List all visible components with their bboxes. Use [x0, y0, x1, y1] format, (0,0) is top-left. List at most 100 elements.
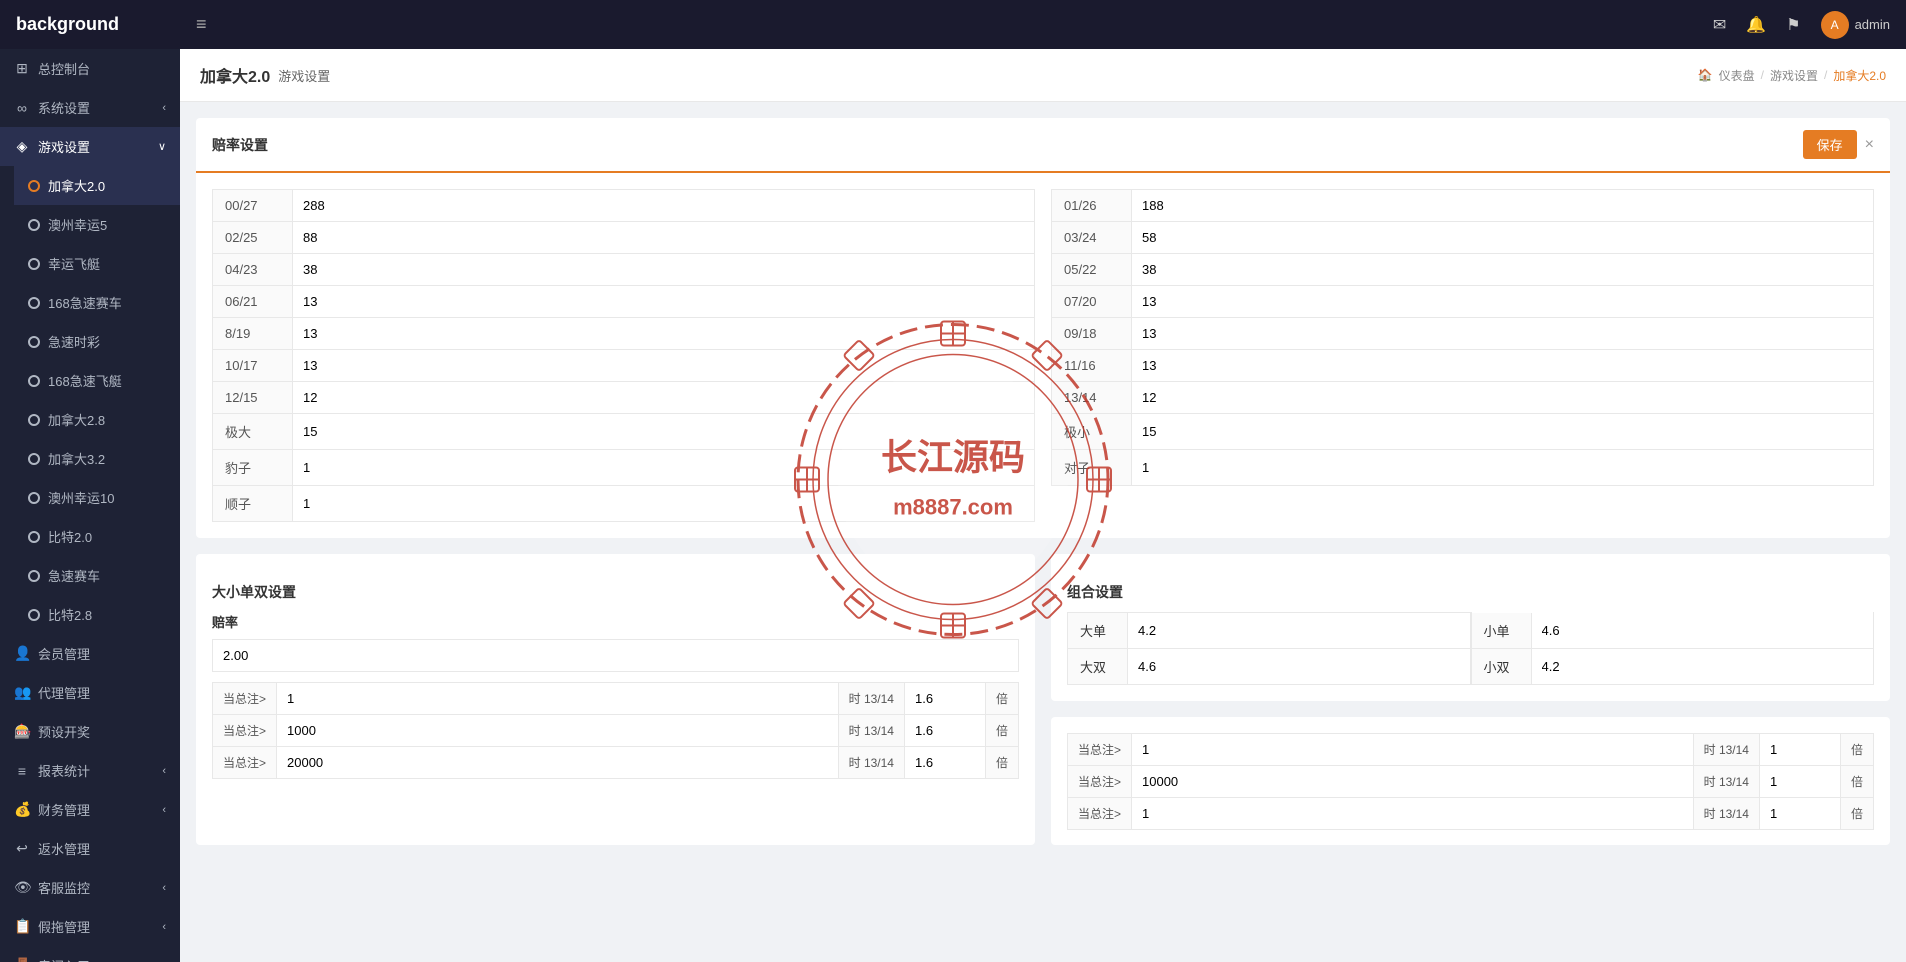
user-menu[interactable]: A admin — [1821, 11, 1890, 39]
sidebar-item-monitor[interactable]: 👁 客服监控 ‹ — [0, 868, 180, 907]
sidebar-item-fast168[interactable]: 168急速赛车 — [14, 283, 180, 322]
mult-right-mid-0: 时 13/14 — [1693, 734, 1760, 765]
page-header-left: 加拿大2.0 游戏设置 — [200, 63, 330, 87]
sidebar-item-australia5[interactable]: 澳州幸运5 — [14, 205, 180, 244]
mult-right-when-0[interactable] — [1132, 735, 1693, 764]
mult-right-rate-1[interactable] — [1760, 767, 1840, 796]
close-card-button[interactable]: × — [1865, 130, 1874, 159]
mult-left-when-2[interactable] — [277, 748, 838, 777]
mult-left-when-0[interactable] — [277, 684, 838, 713]
payout-input-left-4[interactable] — [293, 319, 1034, 348]
sidebar-item-australia10[interactable]: 澳州幸运10 — [14, 478, 180, 517]
save-button[interactable]: 保存 — [1803, 130, 1857, 159]
menu-toggle-icon[interactable]: ≡ — [196, 14, 207, 35]
mult-right-rate-2[interactable] — [1760, 799, 1840, 828]
payout-row-right-1: 03/24 — [1051, 222, 1874, 254]
sidebar-item-canada32[interactable]: 加拿大3.2 — [14, 439, 180, 478]
sidebar-item-bitcoin28[interactable]: 比特2.8 — [14, 595, 180, 634]
sidebar-item-bitcoin20[interactable]: 比特2.0 — [14, 517, 180, 556]
mult-left-rate-1[interactable] — [905, 716, 985, 745]
sidebar-item-quickrace[interactable]: 急速赛车 — [14, 556, 180, 595]
payout-left: 00/27 02/25 04/23 06/21 8/19 10/17 12/15… — [212, 189, 1035, 522]
sidebar-item-canada20[interactable]: 加拿大2.0 — [14, 166, 180, 205]
sidebar-label-quickrace: 急速赛车 — [48, 566, 100, 585]
odds-value-box: 2.00 — [212, 639, 1019, 672]
notification-icon[interactable]: 🔔 — [1746, 15, 1766, 35]
member-icon: 👤 — [14, 645, 30, 662]
payout-input-left-9[interactable] — [293, 489, 1034, 518]
combo-input-1[interactable] — [1532, 616, 1874, 645]
sidebar-item-quicklottery[interactable]: 急速时彩 — [14, 322, 180, 361]
mult-right-when-1[interactable] — [1132, 767, 1693, 796]
agent-icon: 👥 — [14, 684, 30, 701]
mult-right-rate-0[interactable] — [1760, 735, 1840, 764]
payout-row-right-3: 07/20 — [1051, 286, 1874, 318]
main-content: 加拿大2.0 游戏设置 🏠 仪表盘 / 游戏设置 / 加拿大2.0 赔率设置 保… — [180, 49, 1906, 962]
sidebar-item-rebate[interactable]: ↩ 返水管理 — [0, 829, 180, 868]
payout-input-right-5[interactable] — [1132, 351, 1873, 380]
flag-icon[interactable]: ⚑ — [1786, 15, 1800, 35]
payout-input-right-2[interactable] — [1132, 255, 1873, 284]
payout-grid: 00/27 02/25 04/23 06/21 8/19 10/17 12/15… — [212, 189, 1874, 522]
navbar: background ≡ ✉ 🔔 ⚑ A admin — [0, 0, 1906, 49]
sidebar-item-lottery[interactable]: 🎰 预设开奖 — [0, 712, 180, 751]
sidebar-item-report[interactable]: ≡ 报表统计 ‹ — [0, 751, 180, 790]
dot-quicklottery — [28, 336, 40, 348]
sidebar-item-game[interactable]: ◈ 游戏设置 ∨ — [0, 127, 180, 166]
payout-input-right-0[interactable] — [1132, 191, 1873, 220]
sidebar-label-system: 系统设置 — [38, 98, 90, 117]
sidebar-item-dashboard[interactable]: ⊞ 总控制台 — [0, 49, 180, 88]
sidebar-label-report: 报表统计 — [38, 761, 90, 780]
mult-left-mid-1: 时 13/14 — [838, 715, 905, 746]
right-mult-body: 当总注> 时 13/14 倍 当总注> 时 13/14 倍 当总注> 时 13/… — [1051, 717, 1890, 845]
odds-value-input[interactable]: 2.00 — [223, 648, 1008, 663]
sidebar-item-finance[interactable]: 💰 财务管理 ‹ — [0, 790, 180, 829]
mult-right-mid-2: 时 13/14 — [1693, 798, 1760, 829]
sidebar-item-system[interactable]: ∞ 系统设置 ‹ — [0, 88, 180, 127]
payout-input-left-6[interactable] — [293, 383, 1034, 412]
payout-input-right-6[interactable] — [1132, 383, 1873, 412]
payout-row-right-4: 09/18 — [1051, 318, 1874, 350]
lottery-icon: 🎰 — [14, 723, 30, 740]
payout-input-right-8[interactable] — [1132, 453, 1873, 482]
payout-input-left-7[interactable] — [293, 417, 1034, 446]
payout-row-right-2: 05/22 — [1051, 254, 1874, 286]
dot-lucky-fly — [28, 258, 40, 270]
sidebar-item-lucky-fly[interactable]: 幸运飞艇 — [14, 244, 180, 283]
payout-input-left-3[interactable] — [293, 287, 1034, 316]
payout-label-left-4: 8/19 — [213, 318, 293, 349]
payout-input-left-1[interactable] — [293, 223, 1034, 252]
mult-right-when-2[interactable] — [1132, 799, 1693, 828]
sidebar-item-canada28[interactable]: 加拿大2.8 — [14, 400, 180, 439]
payout-input-right-1[interactable] — [1132, 223, 1873, 252]
sidebar-item-fastboat168[interactable]: 168急速飞艇 — [14, 361, 180, 400]
game-icon: ◈ — [14, 138, 30, 155]
payout-input-left-8[interactable] — [293, 453, 1034, 482]
payout-input-left-5[interactable] — [293, 351, 1034, 380]
payout-input-left-0[interactable] — [293, 191, 1034, 220]
card-actions: 保存 × — [1803, 130, 1874, 159]
payout-input-right-3[interactable] — [1132, 287, 1873, 316]
mail-icon[interactable]: ✉ — [1713, 15, 1726, 35]
sidebar-item-room[interactable]: 🚪 房间入口 — [0, 946, 180, 962]
combo-input-0[interactable] — [1128, 616, 1470, 645]
sidebar-item-member[interactable]: 👤 会员管理 — [0, 634, 180, 673]
payout-input-right-7[interactable] — [1132, 417, 1873, 446]
sidebar-label-bitcoin28: 比特2.8 — [48, 605, 92, 624]
breadcrumb-current: 加拿大2.0 — [1833, 67, 1886, 84]
page-title: 加拿大2.0 — [200, 63, 270, 87]
breadcrumb-game[interactable]: 游戏设置 — [1770, 67, 1818, 84]
combo-input-3[interactable] — [1532, 652, 1874, 681]
mult-left-rate-2[interactable] — [905, 748, 985, 777]
mult-left-rate-0[interactable] — [905, 684, 985, 713]
sidebar-label-monitor: 客服监控 — [38, 878, 90, 897]
sidebar-item-agent[interactable]: 👥 代理管理 — [0, 673, 180, 712]
payout-label-right-2: 05/22 — [1052, 254, 1132, 285]
payout-input-left-2[interactable] — [293, 255, 1034, 284]
combo-input-2[interactable] — [1128, 652, 1470, 681]
payout-input-right-4[interactable] — [1132, 319, 1873, 348]
sidebar-item-fake[interactable]: 📋 假拖管理 ‹ — [0, 907, 180, 946]
mult-left-when-1[interactable] — [277, 716, 838, 745]
breadcrumb-dashboard[interactable]: 仪表盘 — [1719, 67, 1755, 84]
sidebar-label-lucky-fly: 幸运飞艇 — [48, 254, 100, 273]
